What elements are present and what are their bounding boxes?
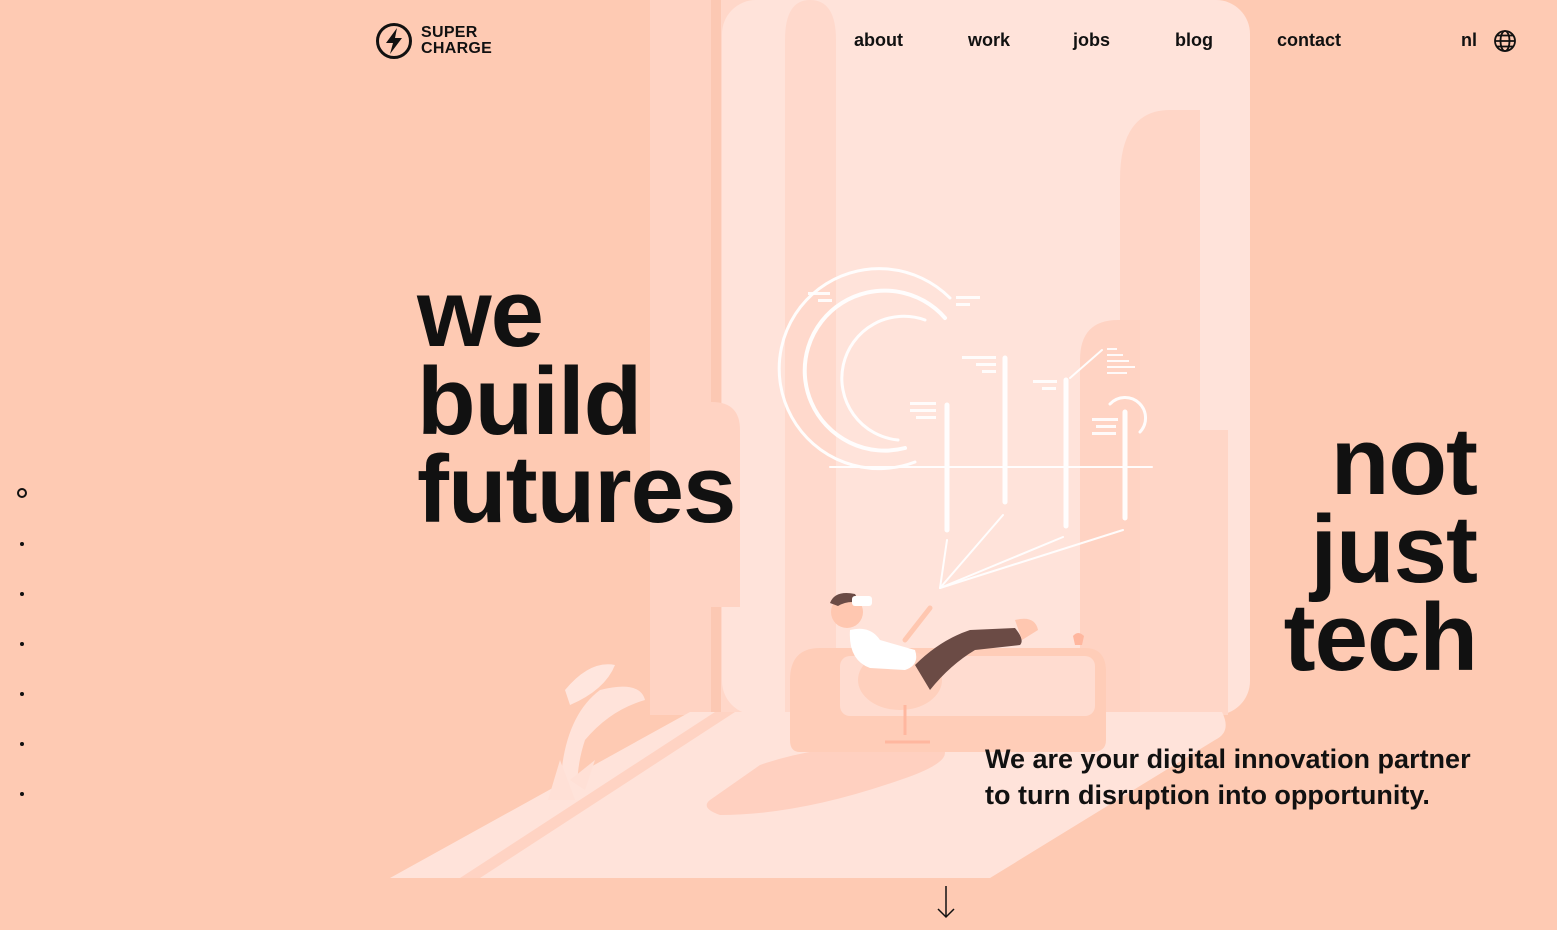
headline-word-we: we (417, 260, 544, 367)
nav-item-about[interactable]: about (854, 30, 903, 51)
nav-item-contact[interactable]: contact (1277, 30, 1341, 51)
pagination-dot[interactable] (20, 642, 24, 646)
pagination-dot[interactable] (20, 692, 24, 696)
hero-tagline: We are your digital innovation partner t… (985, 741, 1505, 813)
headline-word-just: just (1310, 496, 1478, 603)
brand-wordmark: SUPER CHARGE (421, 25, 492, 57)
nav-item-blog[interactable]: blog (1175, 30, 1213, 51)
brand-logo[interactable]: SUPER CHARGE (375, 22, 492, 60)
tagline-line2: to turn disruption into opportunity. (985, 780, 1430, 810)
headline-word-build: build (417, 348, 642, 455)
arrow-down-icon[interactable] (934, 884, 958, 920)
globe-icon[interactable] (1493, 29, 1517, 53)
pagination-dot-active[interactable] (17, 488, 27, 498)
pagination-dot[interactable] (20, 792, 24, 796)
brand-name-line2: CHARGE (421, 40, 493, 57)
headline-word-tech: tech (1283, 584, 1478, 691)
tower-left (785, 0, 836, 715)
hero-headline-left: we build futures (417, 260, 736, 543)
lightning-bolt-circle-icon (376, 23, 412, 59)
pagination-dot[interactable] (20, 742, 24, 746)
tagline-line1: We are your digital innovation partner (985, 744, 1471, 774)
hero-headline-right: not just tech (1283, 408, 1478, 691)
headline-word-not: not (1330, 408, 1478, 515)
nav-item-jobs[interactable]: jobs (1073, 30, 1110, 51)
nav-item-work[interactable]: work (968, 30, 1010, 51)
brand-name-line1: SUPER (421, 24, 478, 41)
headline-word-futures: futures (417, 436, 736, 543)
pagination-dot[interactable] (20, 592, 24, 596)
language-switch[interactable]: nl (1461, 30, 1477, 51)
pagination-dot[interactable] (20, 542, 24, 546)
